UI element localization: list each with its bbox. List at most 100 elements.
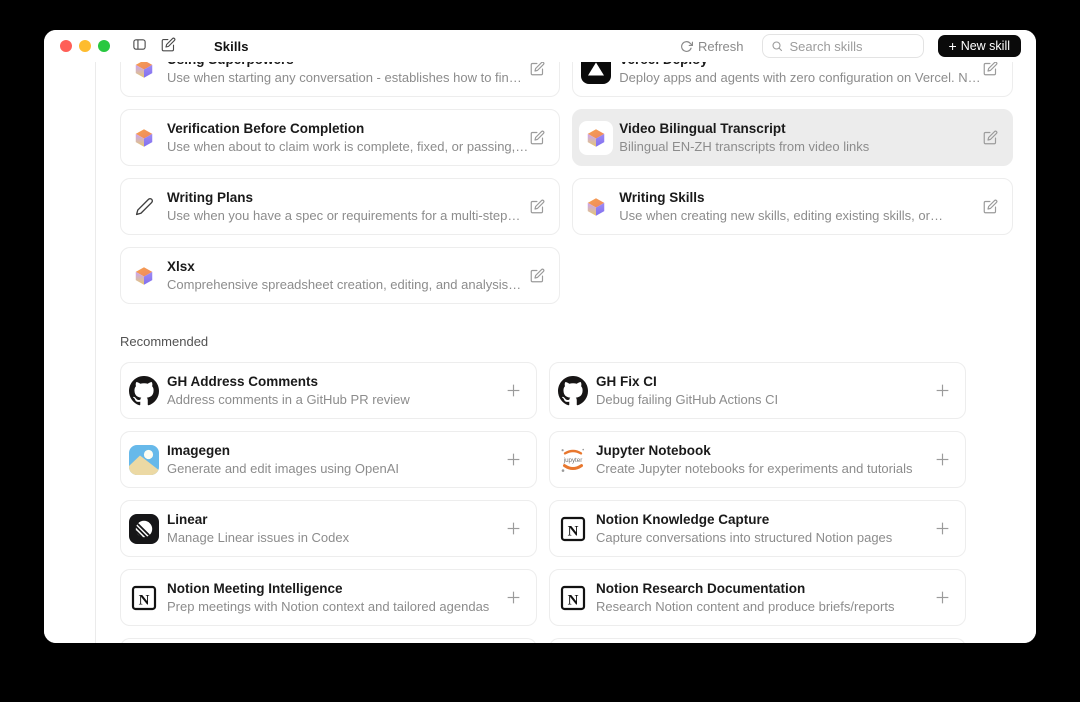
skill-card[interactable]: Xlsx Comprehensive spreadsheet creation,… bbox=[120, 247, 560, 304]
new-skill-button[interactable]: + New skill bbox=[938, 35, 1022, 57]
recommended-heading: Recommended bbox=[120, 334, 966, 349]
skill-description: Research Notion content and produce brie… bbox=[596, 599, 894, 614]
refresh-label: Refresh bbox=[698, 39, 744, 54]
app-window: Skills Refresh + New skill bbox=[44, 30, 1036, 643]
refresh-button[interactable]: Refresh bbox=[676, 37, 748, 56]
add-skill-button[interactable] bbox=[932, 380, 953, 401]
svg-text:N: N bbox=[139, 592, 150, 608]
skill-card[interactable]: jupyter Jupyter Notebook Create Jupyter … bbox=[549, 431, 966, 488]
skill-description: Bilingual EN-ZH transcripts from video l… bbox=[619, 139, 869, 154]
svg-text:N: N bbox=[568, 592, 579, 608]
minimize-button[interactable] bbox=[79, 40, 91, 52]
sidebar-divider bbox=[95, 62, 96, 643]
add-skill-button[interactable] bbox=[503, 518, 524, 539]
recommended-skills-grid: GH Address Comments Address comments in … bbox=[120, 362, 966, 626]
skill-description: Capture conversations into structured No… bbox=[596, 530, 892, 545]
add-skill-button[interactable] bbox=[932, 518, 953, 539]
compose-icon bbox=[161, 37, 176, 55]
skill-title: Jupyter Notebook bbox=[596, 443, 913, 458]
skill-title: Writing Plans bbox=[167, 190, 520, 205]
skill-card[interactable]: Writing Plans Use when you have a spec o… bbox=[120, 178, 560, 235]
skill-description: Generate and edit images using OpenAI bbox=[167, 461, 399, 476]
skill-description: Use when starting any conversation - est… bbox=[167, 70, 522, 85]
skill-description: Use when you have a spec or requirements… bbox=[167, 208, 520, 223]
vercel-icon bbox=[579, 62, 613, 86]
linear-icon bbox=[127, 512, 161, 546]
skill-card[interactable]: N Notion Meeting Intelligence Prep meeti… bbox=[120, 569, 537, 626]
skill-title: Notion Knowledge Capture bbox=[596, 512, 892, 527]
skill-description: Address comments in a GitHub PR review bbox=[167, 392, 410, 407]
skill-card[interactable]: Writing Skills Use when creating new ski… bbox=[572, 178, 1012, 235]
traffic-lights bbox=[60, 40, 110, 52]
search-box bbox=[762, 34, 924, 58]
skill-card[interactable]: Using Superpowers Use when starting any … bbox=[120, 62, 560, 97]
add-skill-button[interactable] bbox=[503, 380, 524, 401]
installed-skills-grid: Using Superpowers Use when starting any … bbox=[120, 62, 966, 304]
skill-title: Xlsx bbox=[167, 259, 521, 274]
plus-icon: + bbox=[949, 39, 957, 53]
skill-title: Imagegen bbox=[167, 443, 399, 458]
skill-description: Manage Linear issues in Codex bbox=[167, 530, 349, 545]
svg-text:N: N bbox=[568, 523, 579, 539]
pencil-icon bbox=[127, 190, 161, 224]
skill-title: Verification Before Completion bbox=[167, 121, 528, 136]
skill-card[interactable]: N Notion Research Documentation Research… bbox=[549, 569, 966, 626]
cube-icon bbox=[127, 259, 161, 293]
edit-skill-button[interactable] bbox=[528, 197, 547, 216]
edit-skill-button[interactable] bbox=[981, 62, 1000, 78]
skill-description: Use when about to claim work is complete… bbox=[167, 139, 528, 154]
search-input[interactable] bbox=[788, 38, 915, 55]
notion-icon: N bbox=[556, 512, 590, 546]
skill-card[interactable]: Imagegen Generate and edit images using … bbox=[120, 431, 537, 488]
skill-title: GH Fix CI bbox=[596, 374, 778, 389]
titlebar-actions: Refresh + New skill bbox=[676, 34, 1021, 58]
image-icon bbox=[127, 443, 161, 477]
edit-skill-button[interactable] bbox=[528, 62, 547, 78]
new-skill-label: New skill bbox=[961, 39, 1010, 53]
skill-card[interactable]: GH Fix CI Debug failing GitHub Actions C… bbox=[549, 362, 966, 419]
refresh-icon bbox=[680, 40, 693, 53]
edit-skill-button[interactable] bbox=[528, 266, 547, 285]
skill-card[interactable]: Verification Before Completion Use when … bbox=[120, 109, 560, 166]
skill-card[interactable]: GH Address Comments Address comments in … bbox=[120, 362, 537, 419]
partial-row bbox=[120, 638, 966, 643]
skill-title: GH Address Comments bbox=[167, 374, 410, 389]
notion-icon: N bbox=[556, 581, 590, 615]
add-skill-button[interactable] bbox=[932, 449, 953, 470]
skill-description: Debug failing GitHub Actions CI bbox=[596, 392, 778, 407]
cube-icon bbox=[127, 121, 161, 155]
jupyter-icon: jupyter bbox=[556, 443, 590, 477]
notion-icon: N bbox=[127, 581, 161, 615]
skill-title: Linear bbox=[167, 512, 349, 527]
compose-button[interactable] bbox=[159, 35, 178, 57]
skill-description: Deploy apps and agents with zero configu… bbox=[619, 70, 980, 85]
content-area: Using Superpowers Use when starting any … bbox=[44, 62, 1036, 643]
sidebar-icon bbox=[132, 37, 147, 55]
skill-description: Prep meetings with Notion context and ta… bbox=[167, 599, 489, 614]
svg-text:jupyter: jupyter bbox=[563, 457, 583, 464]
skill-card[interactable]: Vercel Deploy Deploy apps and agents wit… bbox=[572, 62, 1012, 97]
skill-card-partial bbox=[120, 638, 537, 643]
skill-description: Create Jupyter notebooks for experiments… bbox=[596, 461, 913, 476]
skill-card[interactable]: Linear Manage Linear issues in Codex bbox=[120, 500, 537, 557]
sidebar-toggle-button[interactable] bbox=[130, 35, 149, 57]
add-skill-button[interactable] bbox=[503, 449, 524, 470]
close-button[interactable] bbox=[60, 40, 72, 52]
zoom-button[interactable] bbox=[98, 40, 110, 52]
cube-icon bbox=[579, 190, 613, 224]
skill-description: Comprehensive spreadsheet creation, edit… bbox=[167, 277, 521, 292]
add-skill-button[interactable] bbox=[932, 587, 953, 608]
skill-description: Use when creating new skills, editing ex… bbox=[619, 208, 943, 223]
add-skill-button[interactable] bbox=[503, 587, 524, 608]
cube-icon bbox=[579, 121, 613, 155]
skill-title: Writing Skills bbox=[619, 190, 943, 205]
edit-skill-button[interactable] bbox=[981, 128, 1000, 147]
skill-title: Using Superpowers bbox=[167, 62, 522, 67]
skill-card[interactable]: N Notion Knowledge Capture Capture conve… bbox=[549, 500, 966, 557]
skill-title: Notion Research Documentation bbox=[596, 581, 894, 596]
skill-title: Vercel Deploy bbox=[619, 62, 980, 67]
edit-skill-button[interactable] bbox=[528, 128, 547, 147]
edit-skill-button[interactable] bbox=[981, 197, 1000, 216]
page-title: Skills bbox=[214, 39, 249, 54]
skill-card[interactable]: Video Bilingual Transcript Bilingual EN-… bbox=[572, 109, 1012, 166]
